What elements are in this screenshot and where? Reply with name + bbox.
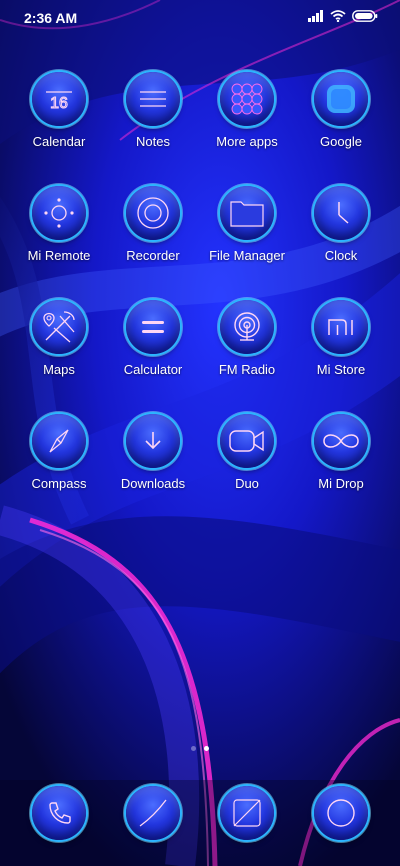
- app-label-maps: Maps: [43, 362, 75, 377]
- app-notes[interactable]: Notes: [106, 72, 200, 149]
- wifi-icon: [330, 10, 346, 22]
- app-duo[interactable]: Duo: [200, 414, 294, 491]
- app-label-notes: Notes: [136, 134, 170, 149]
- signal-icon: [308, 10, 323, 22]
- download-icon: [126, 414, 180, 468]
- maps-icon: [32, 300, 86, 354]
- page-indicator: [0, 746, 400, 751]
- app-label-duo: Duo: [235, 476, 259, 491]
- dock-browser[interactable]: [200, 786, 294, 840]
- radio-icon: [220, 300, 274, 354]
- app-calendar[interactable]: 16 Calendar: [12, 72, 106, 149]
- dock-messages[interactable]: [106, 786, 200, 840]
- app-mi-store[interactable]: Mi Store: [294, 300, 388, 377]
- app-compass[interactable]: Compass: [12, 414, 106, 491]
- calculator-icon: [126, 300, 180, 354]
- app-more-apps[interactable]: More apps: [200, 72, 294, 149]
- app-label-calendar: Calendar: [32, 134, 86, 149]
- app-label-mi-remote: Mi Remote: [27, 248, 91, 263]
- remote-icon: [32, 186, 86, 240]
- app-label-downloads: Downloads: [120, 476, 186, 491]
- video-camera-icon: [220, 414, 274, 468]
- mi-store-icon: [314, 300, 368, 354]
- app-clock[interactable]: Clock: [294, 186, 388, 263]
- app-label-mi-store: Mi Store: [316, 362, 366, 377]
- notes-icon: [126, 72, 180, 126]
- infinity-icon: [314, 414, 368, 468]
- app-mi-remote[interactable]: Mi Remote: [12, 186, 106, 263]
- svg-text:16: 16: [50, 95, 68, 112]
- status-time: 2:36 AM: [24, 10, 78, 26]
- app-calculator[interactable]: Calculator: [106, 300, 200, 377]
- app-label-mi-drop: Mi Drop: [318, 476, 364, 491]
- calendar-icon: 16: [32, 72, 86, 126]
- folder-icon: [220, 186, 274, 240]
- app-downloads[interactable]: Downloads: [106, 414, 200, 491]
- status-icons: [308, 10, 378, 22]
- app-google[interactable]: Google: [294, 72, 388, 149]
- app-label-compass: Compass: [31, 476, 87, 491]
- messages-icon: [126, 786, 180, 840]
- recorder-icon: [126, 186, 180, 240]
- app-folder-icon: [220, 72, 274, 126]
- app-label-file-manager: File Manager: [209, 248, 285, 263]
- status-bar: 2:36 AM: [0, 0, 400, 36]
- app-label-more-apps: More apps: [216, 134, 278, 149]
- app-label-recorder: Recorder: [126, 248, 180, 263]
- dock-camera[interactable]: [294, 786, 388, 840]
- camera-icon: [314, 786, 368, 840]
- clock-icon: [314, 186, 368, 240]
- app-label-calculator: Calculator: [123, 362, 183, 377]
- browser-icon: [220, 786, 274, 840]
- app-recorder[interactable]: Recorder: [106, 186, 200, 263]
- page-dot-2[interactable]: [204, 746, 209, 751]
- dock-phone[interactable]: [12, 786, 106, 840]
- compass-icon: [32, 414, 86, 468]
- phone-icon: [32, 786, 86, 840]
- app-file-manager[interactable]: File Manager: [200, 186, 294, 263]
- app-label-google: Google: [320, 134, 362, 149]
- google-icon: [314, 72, 368, 126]
- app-mi-drop[interactable]: Mi Drop: [294, 414, 388, 491]
- app-fm-radio[interactable]: FM Radio: [200, 300, 294, 377]
- app-label-fm-radio: FM Radio: [218, 362, 276, 377]
- app-label-clock: Clock: [324, 248, 358, 263]
- page-dot-1[interactable]: [191, 746, 196, 751]
- battery-icon: [352, 10, 378, 22]
- app-maps[interactable]: Maps: [12, 300, 106, 377]
